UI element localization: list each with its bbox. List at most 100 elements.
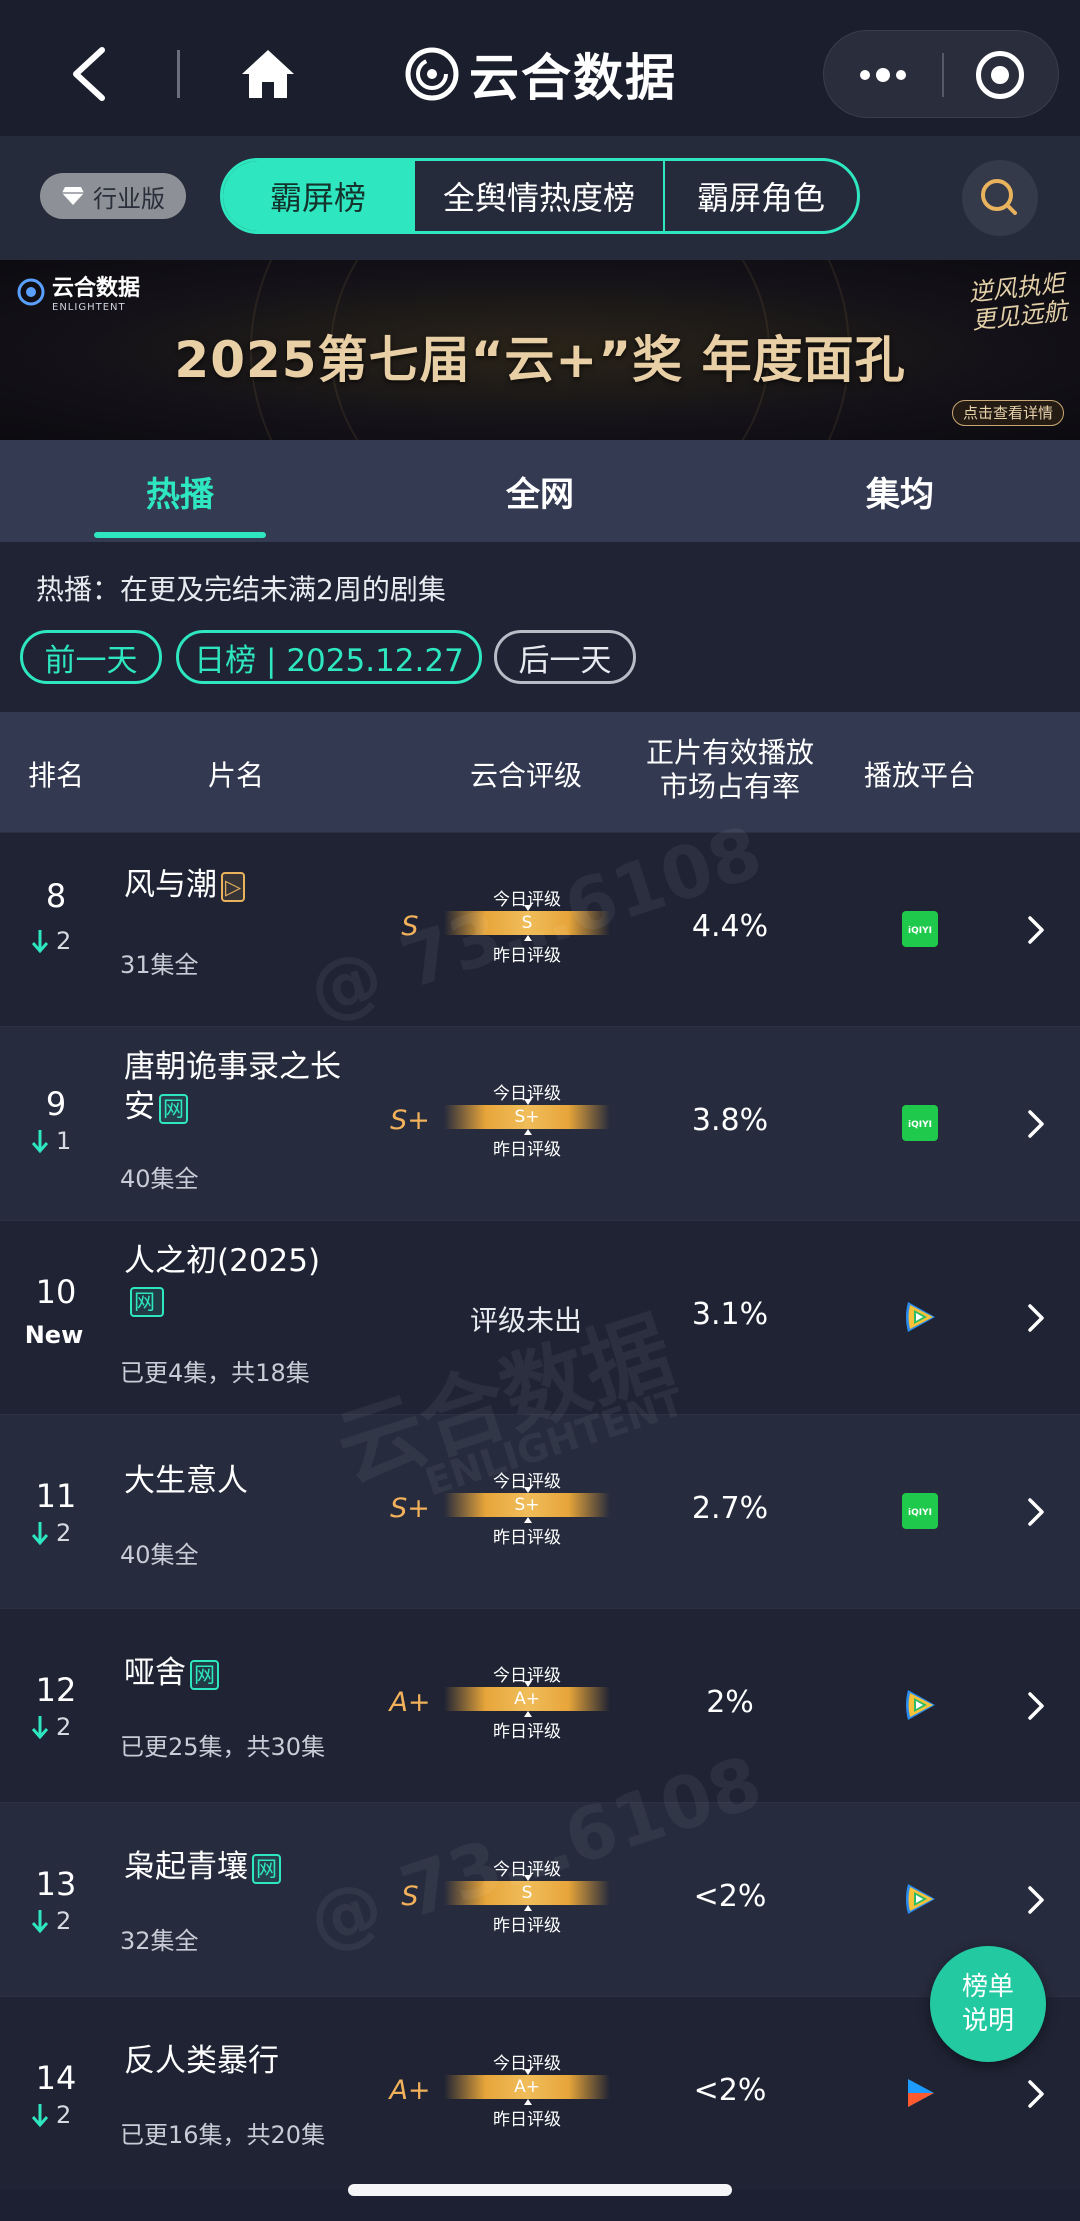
segment-baping[interactable]: 霸屏榜 [223,161,413,231]
rank-number: 8 [45,877,67,915]
nav-divider [177,50,180,98]
web-drama-tag: 网 [252,1853,281,1884]
banner-logo-sub: ENLIGHTENT [52,302,126,313]
market-share: <2% [693,2073,767,2108]
tencent-video-icon [906,1690,935,1720]
yesterday-grade-label: 昨日评级 [493,1140,561,1160]
svg-text:iQIYI: iQIYI [908,1120,932,1130]
iqiyi-icon: iQIYI [902,911,938,947]
segment-baping-role[interactable]: 霸屏角色 [663,161,857,231]
drama-title-text: 人之初(2025) [124,1243,321,1279]
episode-status: 已更4集，共18集 [120,1359,310,1387]
header-share-line2: 市场占有率 [659,770,800,803]
table-row[interactable]: 14 2 反人类暴行 已更16集，共20集 A+ 今日评级 A+ 昨日评级 <2% [0,1996,1080,2190]
edition-badge[interactable]: 行业版 [40,173,186,219]
close-miniprogram-icon[interactable] [976,51,1024,99]
rank-change-value: 2 [56,1713,72,1741]
down-arrow-icon [31,1716,49,1740]
market-share: 3.8% [691,1103,769,1138]
promo-banner[interactable]: 云合数据 ENLIGHTENT 2025第七届“云+”奖 年度面孔 逆风执炬 更… [0,260,1080,440]
episode-status: 已更16集，共20集 [120,2121,326,2149]
header-grade: 云合评级 [469,759,582,792]
chevron-right-icon[interactable] [1026,915,1046,945]
down-arrow-icon [31,930,49,954]
edition-label: 行业版 [93,184,165,213]
table-row[interactable]: 11 2 大生意人 40集全 S+ 今日评级 S+ 昨日评级 2.7% iQIYI [0,1414,1080,1608]
drama-title[interactable]: 风与潮 ▷ [124,865,364,905]
header-title: 片名 [207,759,264,792]
home-icon[interactable] [240,48,296,100]
header-platform: 播放平台 [863,759,976,792]
rank-change: 2 [30,1713,90,1741]
rank-number: 12 [35,1671,77,1709]
table-row[interactable]: 8 2 风与潮 ▷ 31集全 S 今日评级 S 昨日评级 4.4% iQIYI [0,832,1080,1026]
drama-title[interactable]: 人之初(2025) 网 [124,1241,364,1317]
rank-change-value: 2 [56,927,72,955]
chevron-right-icon[interactable] [1026,1303,1046,1333]
rank-number: 10 [35,1273,77,1311]
grade-value: A+ [389,1687,431,1718]
chevron-right-icon[interactable] [1026,2079,1046,2109]
drama-title[interactable]: 大生意人 [124,1461,364,1501]
table-header: 排名 片名 云合评级 正片有效播放 市场占有率 播放平台 [0,712,1080,832]
market-share: 4.4% [691,909,769,944]
drama-title[interactable]: 唐朝诡事录之长安网 [124,1047,364,1127]
banner-detail-button[interactable]: 点击查看详情 [951,400,1064,426]
table-row[interactable]: 12 2 哑舍网已更25集，共30集 A+ 今日评级 A+ 昨日评级 2% [0,1608,1080,1802]
grade-bar: S [444,911,610,935]
chevron-right-icon[interactable] [1026,1497,1046,1527]
table-row[interactable]: 9 1 唐朝诡事录之长安网 40集全 S+ 今日评级 S+ 昨日评级 3.8% iQIYI [0,1026,1080,1220]
episode-status: 31集全 [120,951,199,979]
brand: 云合数据 [405,42,677,107]
grade-comparison: 今日评级 S+ 昨日评级 [444,1467,610,1548]
prev-day-button[interactable]: 前一天 [20,630,162,684]
banner-title: 2025第七届“云+”奖 年度面孔 [174,331,906,389]
search-button[interactable] [962,160,1038,236]
double-play-icon: ▷ [221,871,246,902]
grade-value: S+ [390,1105,430,1136]
more-icon[interactable] [848,57,918,93]
market-share: 2.7% [691,1491,769,1526]
grade-bar: A+ [444,2075,610,2099]
chevron-right-icon[interactable] [1026,1109,1046,1139]
grade-pending: 评级未出 [469,1304,582,1337]
chart-explanation-line2: 说明 [961,2006,1014,2036]
back-arrow-icon[interactable] [66,46,114,102]
home-indicator[interactable] [348,2184,732,2196]
rank-change: 1 [30,1127,90,1155]
iqiyi-icon: iQIYI [902,1493,938,1529]
grade-comparison: 今日评级 A+ 昨日评级 [444,2049,610,2130]
drama-title-text: 枭起青壤 [124,1849,248,1885]
grade-comparison: 今日评级 S+ 昨日评级 [444,1079,610,1160]
yesterday-grade-label: 昨日评级 [493,1916,561,1936]
date-picker-button[interactable]: 日榜 | 2025.12.27 [176,630,482,684]
drama-title[interactable]: 枭起青壤网 [124,1847,364,1887]
market-share: <2% [693,1879,767,1914]
drama-title[interactable]: 哑舍网 [124,1653,364,1693]
grade-comparison: 今日评级 A+ 昨日评级 [444,1661,610,1742]
chevron-right-icon[interactable] [1026,1691,1046,1721]
segment-public-opinion[interactable]: 全舆情热度榜 [413,161,663,231]
tab-episode-average[interactable]: 集均 [720,440,1080,542]
drama-title[interactable]: 反人类暴行 [124,2041,364,2081]
header-rank: 排名 [27,759,84,792]
chart-explanation-line1: 榜单 [961,1972,1014,2002]
rank-change-value: 2 [56,1907,72,1935]
market-share: 2% [706,1685,754,1720]
banner-logo-name: 云合数据 [52,276,141,301]
ranking-list: 8 2 风与潮 ▷ 31集全 S 今日评级 S 昨日评级 4.4% iQIYI 9 1 唐朝诡事录之长安网… [0,832,1080,2190]
grade-bar: A+ [444,1687,610,1711]
chart-explanation-button[interactable]: 榜单 说明 [930,1946,1046,2062]
web-drama-tag: 网 [130,1287,164,1317]
tab-hot[interactable]: 热播 [0,440,360,542]
table-row[interactable]: 13 2 枭起青壤网 32集全 S 今日评级 S 昨日评级 <2% [0,1802,1080,1996]
brand-logo-icon [17,278,45,305]
market-share: 3.1% [691,1297,769,1332]
table-row[interactable]: 10 New 人之初(2025) 网已更4集，共18集 评级未出 3.1% [0,1220,1080,1414]
chevron-right-icon[interactable] [1026,1885,1046,1915]
banner-logo: 云合数据 ENLIGHTENT [16,270,140,313]
grade-comparison: 今日评级 S 昨日评级 [444,885,610,966]
next-day-button[interactable]: 后一天 [494,630,636,684]
down-arrow-icon [31,1130,49,1154]
tab-all-network[interactable]: 全网 [360,440,720,542]
